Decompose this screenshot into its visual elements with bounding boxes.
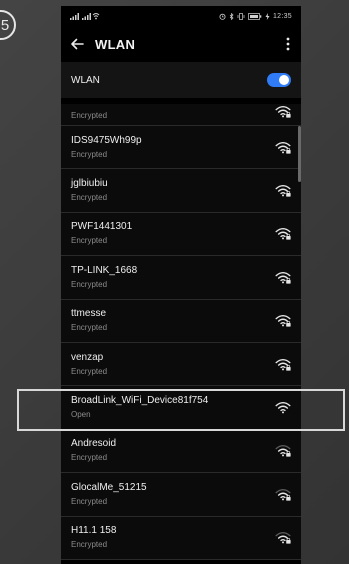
network-list: Encrypted IDS9475Wh99p Encrypted jglbiubiu E…: [61, 104, 301, 560]
network-name: IDS9475Wh99p: [71, 134, 142, 146]
network-security-status: Encrypted: [71, 366, 108, 376]
back-arrow-icon[interactable]: [69, 36, 85, 52]
status-right: 12:35: [219, 12, 292, 20]
network-row[interactable]: venzap Encrypted: [61, 342, 301, 387]
wifi-locked-icon: [275, 314, 291, 328]
network-name: H11.1 158: [71, 525, 117, 537]
network-row[interactable]: PWF1441301 Encrypted: [61, 212, 301, 257]
network-name: ttmesse: [71, 308, 107, 320]
network-row[interactable]: TP-LINK_1668 Encrypted: [61, 256, 301, 300]
wlan-toggle-switch[interactable]: [267, 73, 291, 87]
app-bar: WLAN: [61, 26, 301, 62]
status-left: [70, 12, 100, 20]
wifi-locked-icon: [275, 531, 291, 545]
network-security-status: Encrypted: [71, 193, 108, 203]
network-name: TP-LINK_1668: [71, 264, 138, 276]
network-text: TP-LINK_1668 Encrypted: [71, 264, 137, 291]
wlan-toggle-label: WLAN: [71, 74, 100, 86]
network-security-status: Encrypted: [71, 279, 108, 289]
phone-screen: 12:35 WLAN WLAN Encrypted IDS9475Wh99p Enc…: [61, 6, 301, 564]
network-name: Andresoid: [71, 438, 117, 450]
network-security-status: Encrypted: [71, 149, 108, 159]
network-name: PWF1441301: [71, 221, 133, 233]
network-row[interactable]: GlocalMe_51215 Encrypted: [61, 473, 301, 517]
wifi-locked-icon: [275, 270, 291, 284]
network-text: Andresoid Encrypted: [71, 437, 116, 464]
network-row[interactable]: IDS9475Wh99p Encrypted: [61, 126, 301, 170]
network-name: jglbiubiu: [71, 178, 108, 190]
alarm-icon: [219, 13, 226, 20]
wifi-locked-icon: [275, 104, 291, 118]
step-number: 5: [0, 16, 10, 34]
network-text: jglbiubiu Encrypted: [71, 177, 108, 204]
scrollbar-thumb[interactable]: [298, 126, 301, 182]
network-row[interactable]: Encrypted: [61, 104, 301, 126]
network-row[interactable]: ttmesse Encrypted: [61, 299, 301, 343]
network-security-status: Encrypted: [71, 496, 108, 506]
wifi-locked-icon: [275, 444, 291, 458]
wifi-locked-icon: [275, 357, 291, 371]
toggle-knob: [279, 75, 289, 85]
network-text: PWF1441301 Encrypted: [71, 220, 132, 247]
network-text: GlocalMe_51215 Encrypted: [71, 481, 147, 508]
wifi-locked-icon: [275, 184, 291, 198]
network-security-status: Encrypted: [71, 540, 108, 550]
network-text: Encrypted: [71, 108, 107, 122]
cellular-signal-icon: [70, 13, 100, 20]
status-bar: 12:35: [61, 6, 301, 26]
network-security-status: Encrypted: [71, 111, 108, 120]
vibrate-icon: [237, 12, 245, 20]
network-row[interactable]: jglbiubiu Encrypted: [61, 169, 301, 213]
network-security-status: Encrypted: [71, 323, 108, 333]
more-options-icon[interactable]: [283, 36, 293, 52]
bluetooth-icon: [229, 12, 234, 20]
page-title: WLAN: [95, 36, 136, 52]
highlighted-network-outline: [17, 389, 345, 431]
wifi-locked-icon: [275, 227, 291, 241]
network-text: ttmesse Encrypted: [71, 307, 107, 334]
network-name: GlocalMe_51215: [71, 481, 147, 493]
network-security-status: Encrypted: [71, 453, 108, 463]
wifi-locked-icon: [275, 140, 291, 154]
status-time: 12:35: [272, 12, 292, 20]
network-security-status: Encrypted: [71, 236, 108, 246]
network-row[interactable]: H11.1 158 Encrypted: [61, 516, 301, 560]
wifi-locked-icon: [275, 487, 291, 501]
wlan-toggle-row[interactable]: WLAN: [61, 62, 301, 98]
battery-icon: [248, 12, 262, 20]
network-row[interactable]: Andresoid Encrypted: [61, 429, 301, 474]
network-text: IDS9475Wh99p Encrypted: [71, 134, 142, 161]
charging-icon: [265, 12, 270, 20]
network-text: venzap Encrypted: [71, 351, 107, 378]
network-name: venzap: [71, 351, 104, 363]
network-text: H11.1 158 Encrypted: [71, 524, 116, 551]
